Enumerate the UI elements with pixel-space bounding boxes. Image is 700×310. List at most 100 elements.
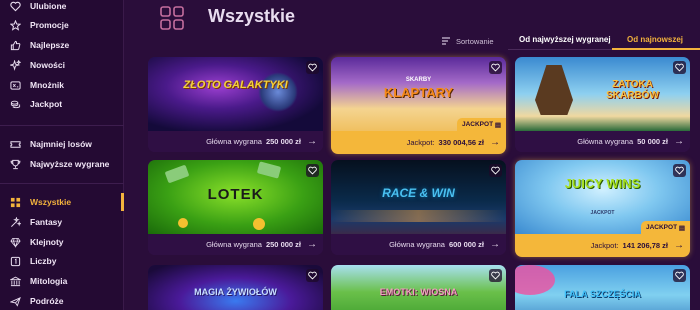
sidebar-item-mnoznik[interactable]: Mnożnik [0, 76, 124, 94]
sidebar-item-ulubione[interactable]: Ulubione [0, 0, 124, 15]
game-thumbnail: LOTEK [148, 160, 323, 234]
sort-active-indicator [612, 48, 700, 50]
prize-row: Jackpot: 330 004,56 zł → [331, 131, 506, 154]
favorite-button[interactable] [306, 269, 319, 282]
game-card[interactable]: EMOTKI: WIOSNA [331, 265, 506, 310]
game-card[interactable]: RACE & WIN Główna wygrana 600 000 zł → [331, 160, 506, 255]
sidebar-item-label: Fantasy [30, 217, 63, 227]
game-card[interactable]: JUICY WINS JACKPOT JACKPOT ▤ Jackpot: 14… [515, 160, 690, 257]
sidebar-item-najwyzsze-wygrane[interactable]: Najwyższe wygrane [0, 155, 124, 173]
arrow-right-icon[interactable]: → [307, 136, 317, 147]
game-card[interactable]: ZATOKA SKARBÓW Główna wygrana 50 000 zł … [515, 57, 690, 152]
game-thumbnail: ZŁOTO GALAKTYKI [148, 57, 323, 131]
favorite-button[interactable] [489, 61, 502, 74]
arrow-right-icon[interactable]: → [490, 239, 500, 250]
multiplier-icon [9, 79, 21, 91]
prize-label: Główna wygrana [206, 137, 262, 146]
game-card[interactable]: FALA SZCZĘŚCIA [515, 265, 690, 310]
game-thumbnail: RACE & WIN [331, 160, 506, 234]
heart-icon [491, 271, 500, 280]
jackpot-badge: JACKPOT ▤ [640, 221, 690, 234]
game-logo: ZATOKA SKARBÓW [606, 79, 659, 101]
game-card[interactable]: ZŁOTO GALAKTYKI Główna wygrana 250 000 z… [148, 57, 323, 152]
heart-icon [308, 63, 317, 72]
arrow-right-icon[interactable]: → [674, 136, 684, 147]
sidebar-item-label: Klejnoty [30, 237, 64, 247]
heart-icon [675, 63, 684, 72]
heart-icon [491, 63, 500, 72]
favorite-button[interactable] [673, 164, 686, 177]
temple-icon [9, 275, 21, 287]
sparkle-icon [9, 59, 21, 71]
category-grid-icon [160, 6, 184, 30]
star-icon [9, 19, 21, 31]
heart-icon [675, 166, 684, 175]
sidebar-item-liczby[interactable]: Liczby [0, 252, 124, 270]
game-logo: MAGIA ŻYWIOŁÓW [194, 287, 277, 297]
arrow-right-icon[interactable]: → [490, 137, 500, 148]
game-thumbnail: EMOTKI: WIOSNA [331, 265, 506, 310]
sidebar-item-wszystkie[interactable]: Wszystkie [0, 193, 124, 211]
sidebar-item-nowosci[interactable]: Nowości [0, 56, 124, 74]
sidebar-item-label: Ulubione [30, 1, 67, 11]
sidebar-item-mitologia[interactable]: Mitologia [0, 272, 124, 290]
heart-icon [308, 166, 317, 175]
game-card[interactable]: LOTEK Główna wygrana 250 000 zł → [148, 160, 323, 255]
sidebar-item-klejnoty[interactable]: Klejnoty [0, 233, 124, 251]
sidebar-item-label: Mnożnik [30, 80, 64, 90]
game-logo-sub: JACKPOT [590, 210, 615, 216]
prize-value: 50 000 zł [637, 137, 668, 146]
grid-icon [9, 196, 21, 208]
favorite-button[interactable] [673, 269, 686, 282]
sidebar-item-najlepsze[interactable]: Najlepsze [0, 36, 124, 54]
prize-value: 330 004,56 zł [438, 138, 484, 147]
prize-label: Główna wygrana [389, 240, 445, 249]
favorite-button[interactable] [489, 164, 502, 177]
sidebar-item-label: Promocje [30, 20, 69, 30]
sidebar-item-label: Najwyższe wygrane [30, 159, 110, 169]
plane-icon [9, 295, 21, 307]
game-logo: LOTEK [207, 186, 264, 203]
numbers-icon [9, 255, 21, 267]
game-card[interactable]: SKARBY KLAPTARY JACKPOT ▤ Jackpot: 330 0… [331, 57, 506, 154]
prize-value: 600 000 zł [448, 240, 484, 249]
favorite-button[interactable] [306, 61, 319, 74]
sort-option-newest[interactable]: Od najnowszej [627, 34, 683, 46]
sort-option-highest-win[interactable]: Od najwyższej wygranej [519, 34, 611, 46]
favorite-button[interactable] [489, 269, 502, 282]
sidebar-item-label: Najmniej losów [30, 139, 92, 149]
game-logo-top: SKARBY [405, 77, 432, 83]
sidebar: Ulubione Promocje Najlepsze Nowości Mnoż… [0, 0, 124, 310]
game-logo: KLAPTARY [383, 85, 454, 100]
sidebar-item-najmniej-losow[interactable]: Najmniej losów [0, 135, 124, 153]
sort-button[interactable]: Sortowanie [441, 35, 494, 47]
arrow-right-icon[interactable]: → [674, 240, 684, 251]
game-thumbnail: MAGIA ŻYWIOŁÓW [148, 265, 323, 310]
prize-row: Główna wygrana 250 000 zł → [148, 131, 323, 152]
game-logo: ZŁOTO GALAKTYKI [183, 79, 288, 91]
prize-label: Główna wygrana [206, 240, 262, 249]
game-logo: JUICY WINS [564, 176, 641, 191]
wand-icon [9, 216, 21, 228]
sidebar-item-fantasy[interactable]: Fantasy [0, 213, 124, 231]
prize-label: Jackpot: [590, 241, 619, 250]
prize-value: 141 206,78 zł [622, 241, 668, 250]
sidebar-item-label: Liczby [30, 256, 57, 266]
favorite-button[interactable] [673, 61, 686, 74]
prize-row: Jackpot: 141 206,78 zł → [515, 234, 690, 257]
heart-icon [9, 0, 21, 12]
game-logo: RACE & WIN [382, 186, 455, 200]
arrow-right-icon[interactable]: → [307, 239, 317, 250]
favorite-button[interactable] [306, 164, 319, 177]
sidebar-item-podroze[interactable]: Podróże [0, 292, 124, 310]
sidebar-item-jackpot[interactable]: Jackpot [0, 95, 124, 113]
sort-icon [442, 37, 450, 45]
sidebar-item-promocje[interactable]: Promocje [0, 16, 124, 34]
ticket-icon [9, 138, 21, 150]
game-logo: FALA SZCZĘŚCIA [564, 289, 641, 299]
game-card[interactable]: MAGIA ŻYWIOŁÓW [148, 265, 323, 310]
game-logo: EMOTKI: WIOSNA [379, 287, 458, 297]
game-thumbnail: JUICY WINS JACKPOT JACKPOT ▤ [515, 160, 690, 234]
sidebar-item-label: Mitologia [30, 276, 68, 286]
prize-value: 250 000 zł [265, 240, 301, 249]
